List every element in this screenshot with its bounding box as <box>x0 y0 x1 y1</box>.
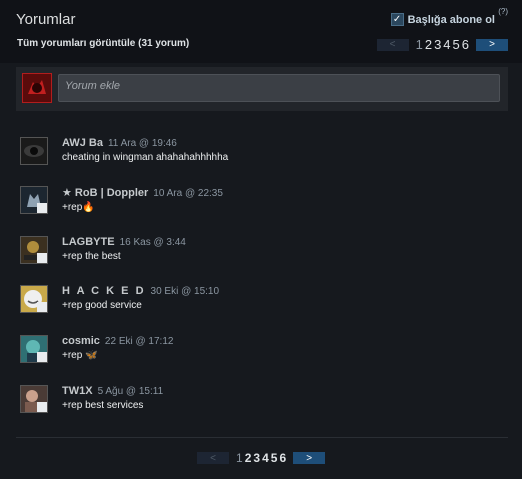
comment-text: +rep good service <box>62 300 142 311</box>
comment-content: cosmic 22 Eki @ 17:12 +rep 🦋 <box>62 335 173 361</box>
comment-author[interactable]: H A C K E D <box>62 285 146 297</box>
comment-item: cosmic 22 Eki @ 17:12 +rep 🦋 <box>20 335 500 367</box>
fire-icon: 🔥 <box>82 202 95 213</box>
comment-author[interactable]: cosmic <box>62 335 100 347</box>
comment-author[interactable]: ★ RoB | Doppler <box>62 186 148 199</box>
comment-author[interactable]: TW1X <box>62 385 93 397</box>
comment-timestamp: 10 Ara @ 22:35 <box>153 188 223 199</box>
comment-input[interactable]: Yorum ekle <box>58 74 500 102</box>
page-link-4[interactable]: 4 <box>442 37 451 52</box>
wolf-avatar-icon <box>21 187 47 213</box>
smiley-avatar-icon <box>21 286 47 312</box>
page-link-6[interactable]: 6 <box>278 451 287 465</box>
avatar[interactable] <box>22 73 52 103</box>
page-link-5[interactable]: 5 <box>452 37 461 52</box>
eye-avatar-icon <box>21 138 47 164</box>
avatar[interactable] <box>20 137 48 165</box>
comment-content: AWJ Ba 11 Ara @ 19:46 cheating in wingma… <box>62 137 228 163</box>
character-avatar-icon <box>21 336 47 362</box>
page-link-2[interactable]: 2 <box>424 37 433 52</box>
comment-timestamp: 11 Ara @ 19:46 <box>107 138 177 149</box>
comment-timestamp: 16 Kas @ 3:44 <box>119 237 186 248</box>
comment-compose: Yorum ekle <box>16 67 508 111</box>
comments-header: Yorumlar ✓ Başlığa abone ol (?) Tüm yoru… <box>0 0 522 63</box>
comment-timestamp: 22 Eki @ 17:12 <box>104 336 174 347</box>
comment-body: +rep 🦋 <box>62 350 173 361</box>
comment-item: AWJ Ba 11 Ara @ 19:46 cheating in wingma… <box>20 137 500 169</box>
view-all-comments-link[interactable]: Tüm yorumları görüntüle (31 yorum) <box>17 38 189 49</box>
comment-item: LAGBYTE 16 Kas @ 3:44 +rep the best <box>20 236 500 268</box>
comment-text: +rep <box>62 350 83 361</box>
avatar[interactable] <box>20 335 48 363</box>
comment-author[interactable]: AWJ Ba <box>62 137 103 149</box>
comment-content: LAGBYTE 16 Kas @ 3:44 +rep the best <box>62 236 186 262</box>
user-avatar-icon <box>23 74 51 102</box>
comment-text: +rep best services <box>62 400 144 411</box>
page-link-3[interactable]: 3 <box>252 451 261 465</box>
comment-text: cheating in wingman ahahahahhhhha <box>62 152 229 163</box>
comment-timestamp: 30 Eki @ 15:10 <box>150 286 220 297</box>
butterfly-icon: 🦋 <box>85 350 98 361</box>
comment-item: ★ RoB | Doppler 10 Ara @ 22:35 +rep🔥 <box>20 186 500 218</box>
prev-page-button[interactable]: < <box>197 452 229 464</box>
page-numbers: 1 2 3 4 5 6 <box>235 451 287 465</box>
avatar[interactable] <box>20 285 48 313</box>
page-link-1[interactable]: 1 <box>235 451 244 465</box>
comment-content: ★ RoB | Doppler 10 Ara @ 22:35 +rep🔥 <box>62 186 223 213</box>
avatar[interactable] <box>20 385 48 413</box>
comment-item: H A C K E D 30 Eki @ 15:10 +rep good ser… <box>20 285 500 317</box>
page-link-1[interactable]: 1 <box>415 37 424 52</box>
next-page-button[interactable]: > <box>293 452 326 464</box>
check-icon[interactable]: ✓ <box>390 13 404 26</box>
subscribe-label[interactable]: Başlığa abone ol <box>408 14 495 26</box>
pagination-top: < 1 2 3 4 5 6 > <box>376 37 508 52</box>
comment-body: +rep🔥 <box>62 202 223 213</box>
avatar[interactable] <box>20 236 48 264</box>
comment-text: +rep <box>62 202 83 213</box>
comment-text: +rep the best <box>62 251 121 262</box>
comment-item: TW1X 5 Ağu @ 15:11 +rep best services <box>20 385 500 417</box>
comments-panel: Yorumlar ✓ Başlığa abone ol (?) Tüm yoru… <box>0 0 522 479</box>
page-link-2[interactable]: 2 <box>244 451 253 465</box>
next-page-button[interactable]: > <box>476 38 508 51</box>
page-link-4[interactable]: 4 <box>261 451 270 465</box>
comment-author[interactable]: LAGBYTE <box>62 236 115 248</box>
page-link-3[interactable]: 3 <box>433 37 442 52</box>
comment-content: TW1X 5 Ağu @ 15:11 +rep best services <box>62 385 163 411</box>
page-numbers: 1 2 3 4 5 6 <box>415 37 470 52</box>
portrait-avatar-icon <box>21 386 47 412</box>
avatar[interactable] <box>20 186 48 214</box>
page-link-5[interactable]: 5 <box>270 451 279 465</box>
comments-title: Yorumlar <box>16 11 76 28</box>
pagination-bottom: < 1 2 3 4 5 6 > <box>197 451 326 465</box>
comment-timestamp: 5 Ağu @ 15:11 <box>97 386 164 397</box>
page-link-6[interactable]: 6 <box>461 37 470 52</box>
subscribe-toggle[interactable]: ✓ Başlığa abone ol <box>390 13 495 26</box>
help-icon[interactable]: (?) <box>498 7 508 16</box>
badge-avatar-icon <box>21 237 47 263</box>
divider <box>16 437 508 438</box>
comment-content: H A C K E D 30 Eki @ 15:10 +rep good ser… <box>62 285 219 311</box>
prev-page-button[interactable]: < <box>376 38 409 51</box>
